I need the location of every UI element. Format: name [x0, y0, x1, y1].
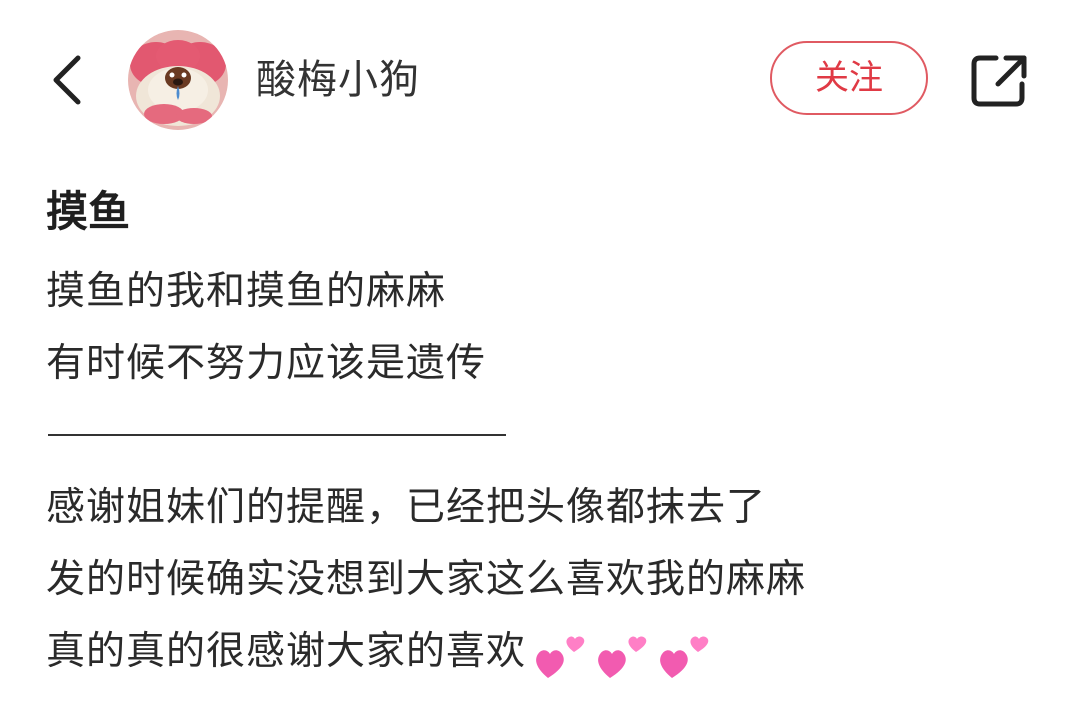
top-bar: 酸梅小狗 关注: [0, 0, 1080, 160]
two-hearts-icon: [660, 636, 709, 678]
post-line: 有时候不努力应该是遗传: [46, 341, 487, 386]
post-title: 摸鱼: [46, 187, 131, 236]
text-divider: [46, 400, 1036, 472]
back-button[interactable]: [40, 48, 96, 112]
username[interactable]: 酸梅小狗: [256, 54, 420, 106]
post-line: 发的时候确实没想到大家这么喜欢我的麻麻: [46, 557, 807, 602]
two-hearts-emoji: [534, 618, 720, 690]
post-line-text: 真的真的很感谢大家的喜欢: [46, 629, 527, 674]
two-hearts-icon: [536, 636, 585, 678]
share-button[interactable]: [966, 50, 1036, 112]
post-line-last: 真的真的很感谢大家的喜欢: [46, 616, 1036, 690]
post-line: 感谢姐妹们的提醒，已经把头像都抹去了: [46, 485, 767, 530]
chevron-left-icon: [53, 55, 81, 105]
avatar[interactable]: [128, 30, 228, 130]
two-hearts-icon: [598, 636, 647, 678]
dog-avatar-image: [128, 30, 228, 130]
post-line: 摸鱼的我和摸鱼的麻麻: [46, 269, 447, 314]
post-content: 摸鱼 摸鱼的我和摸鱼的麻麻 有时候不努力应该是遗传 感谢姐妹们的提醒，已经把头像…: [46, 180, 1036, 690]
follow-button[interactable]: 关注: [770, 41, 928, 115]
share-icon: [971, 55, 1027, 107]
divider-bar: [48, 434, 506, 436]
